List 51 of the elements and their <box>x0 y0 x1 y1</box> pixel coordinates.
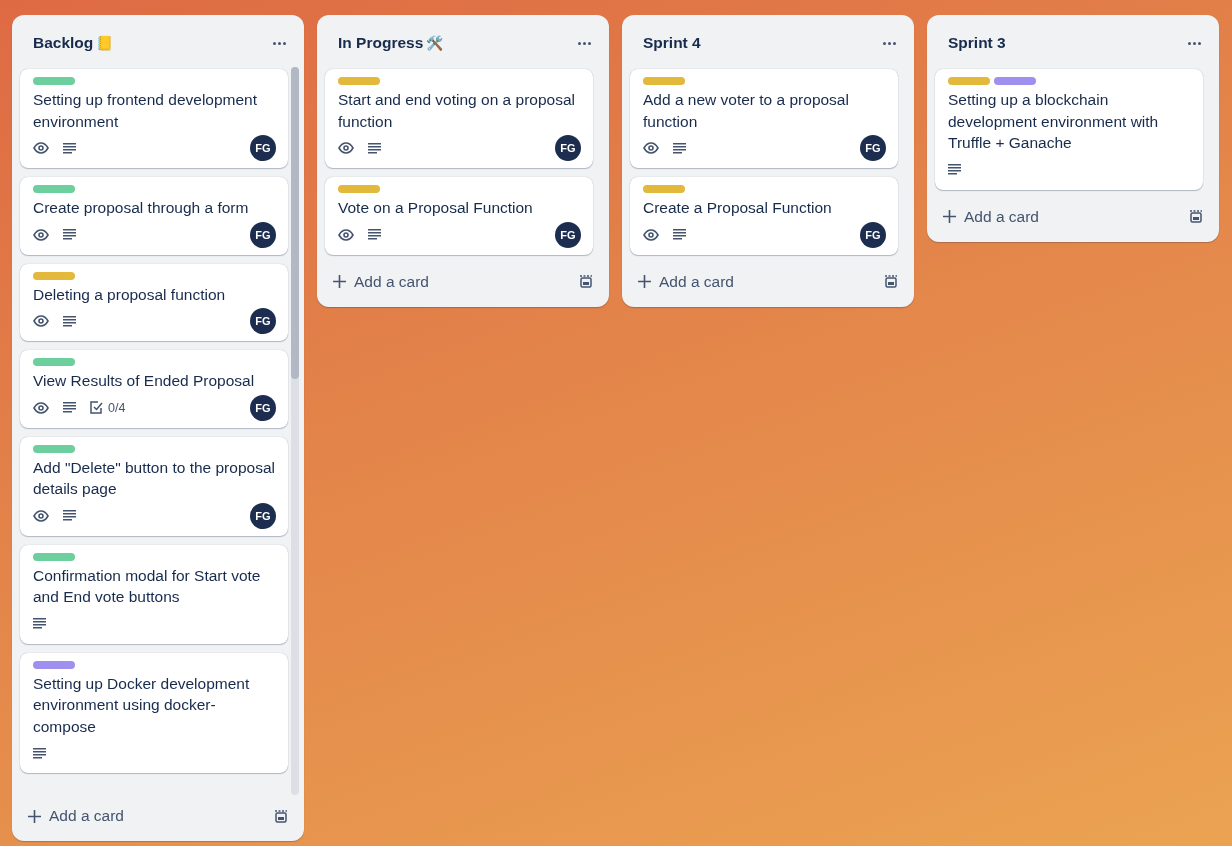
card-title: Vote on a Proposal Function <box>338 198 534 218</box>
card-title: Deleting a proposal function <box>33 284 227 305</box>
card-label[interactable] <box>33 660 75 669</box>
card-title: Setting up a blockchain development environment with Truffle + Ganache <box>948 90 1160 153</box>
plus-icon <box>28 809 41 823</box>
add-card-button[interactable]: Add a card <box>325 266 437 297</box>
add-card-button[interactable]: Add a card <box>20 801 132 831</box>
card-label[interactable] <box>994 77 1036 85</box>
member-avatar[interactable]: FG <box>250 221 276 248</box>
card-title: View Results of Ended Proposal <box>33 371 256 391</box>
member-avatar[interactable]: FG <box>250 502 276 529</box>
list-title[interactable]: Sprint 4 <box>643 34 701 52</box>
title-emoji: 📒 <box>96 35 114 51</box>
member-avatar[interactable]: FG <box>860 135 886 161</box>
member-avatar[interactable]: FG <box>250 394 276 421</box>
card-label[interactable] <box>33 185 75 193</box>
card-title: Setting up frontend development environment <box>33 90 259 132</box>
checklist-count: 0/4 <box>108 400 126 415</box>
member-avatar[interactable]: FG <box>555 221 581 248</box>
member-avatar[interactable]: FG <box>250 308 276 334</box>
card-title: Create a Proposal Function <box>643 198 833 218</box>
checklist-icon <box>90 401 103 414</box>
member-avatar[interactable]: FG <box>860 221 886 248</box>
card-label[interactable] <box>33 271 75 280</box>
card-label[interactable] <box>643 185 685 193</box>
card-label[interactable] <box>33 77 75 85</box>
plus-icon <box>638 275 651 288</box>
title-emoji: 🛠 <box>426 35 444 51</box>
card-title: Add "Delete" button to the proposal details page <box>33 457 276 499</box>
card-title: Start and end voting on a proposal function <box>338 90 576 132</box>
member-avatar[interactable]: FG <box>555 135 581 161</box>
card-label[interactable] <box>643 77 685 85</box>
plus-icon <box>943 210 956 223</box>
card-title: Create proposal through a form <box>33 198 250 218</box>
card-title: Setting up Docker development environment using docker-compose <box>33 673 251 737</box>
member-avatar[interactable]: FG <box>250 135 276 161</box>
list-title[interactable]: Backlog <box>33 34 94 52</box>
scrollbar[interactable] <box>291 67 299 795</box>
card-label[interactable] <box>948 77 990 85</box>
list-title[interactable]: In Progress <box>338 34 424 52</box>
card-label[interactable] <box>338 185 380 193</box>
card-label[interactable] <box>33 444 75 453</box>
card-title: Add a new voter to a proposal function <box>643 90 850 132</box>
list-title[interactable]: Sprint 3 <box>948 34 1006 52</box>
add-card-button[interactable]: Add a card <box>630 266 742 297</box>
card-label[interactable] <box>33 358 75 366</box>
card-label[interactable] <box>338 77 380 85</box>
card-title: Confirmation modal for Start vote and End vote buttons <box>33 565 262 607</box>
add-card-button[interactable]: Add a card <box>935 201 1047 232</box>
plus-icon <box>333 275 346 288</box>
card-label[interactable] <box>33 552 75 561</box>
